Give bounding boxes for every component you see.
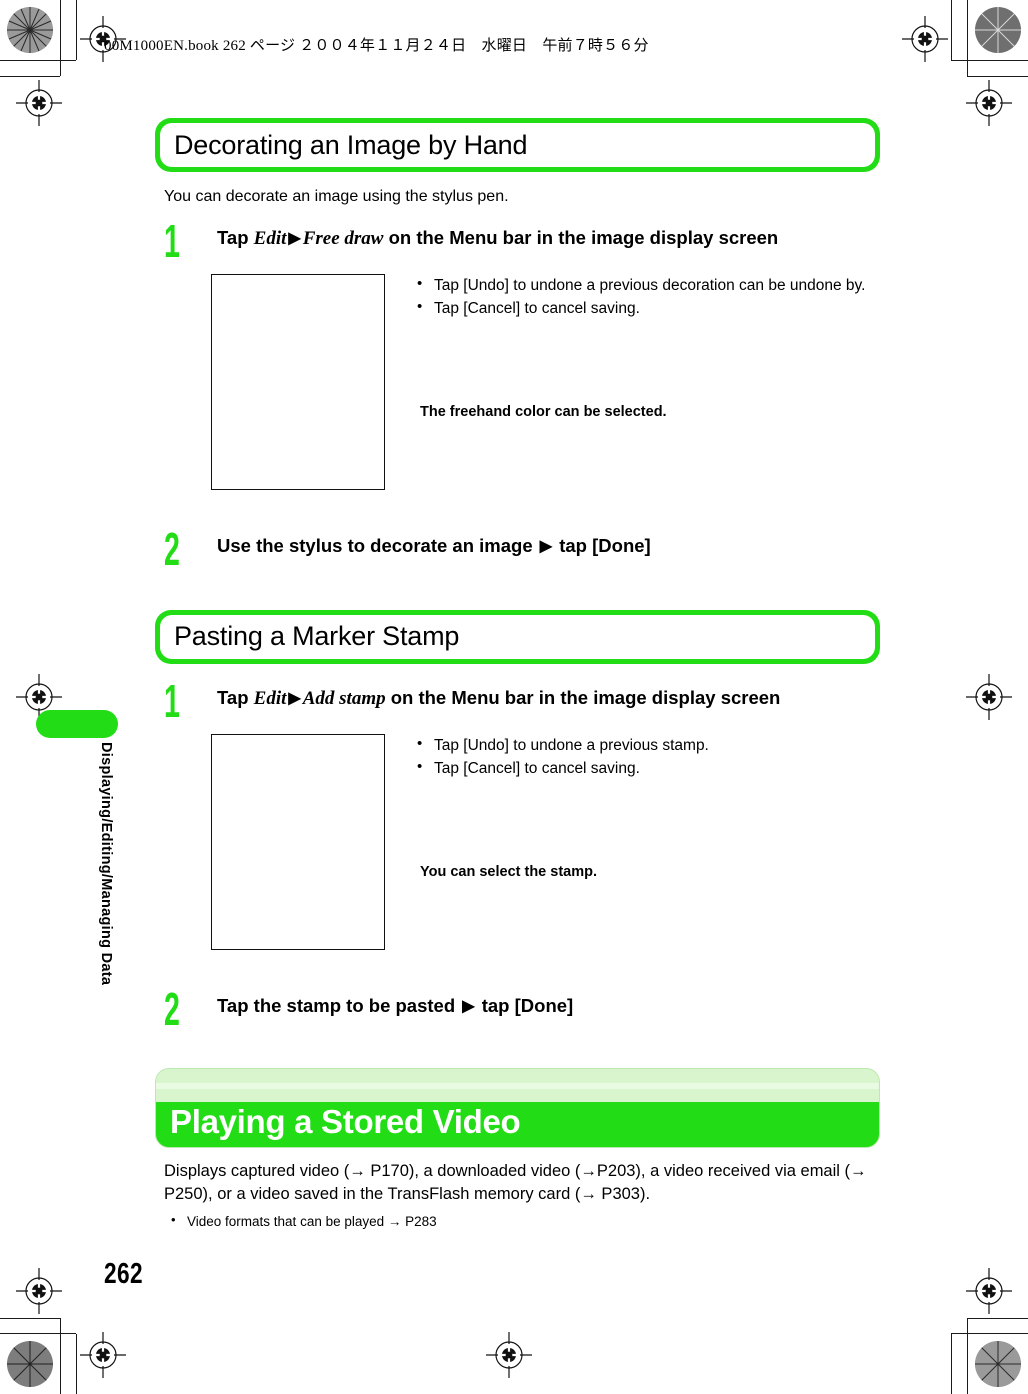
density-starburst bbox=[7, 1341, 53, 1387]
screenshot-placeholder-stamp bbox=[211, 733, 385, 950]
step-instruction: Use the stylus to decorate an image ▶ ta… bbox=[217, 534, 880, 558]
figure-caption: You can select the stamp. bbox=[420, 863, 598, 880]
step-text-suffix: on the Menu bar in the image display scr… bbox=[385, 686, 781, 708]
page-content: Decorating an Image by Hand You can deco… bbox=[155, 0, 880, 1230]
trim-line-vertical bbox=[967, 1318, 968, 1394]
chapter-tab-marker bbox=[36, 710, 118, 738]
menu-item-add-stamp: Add stamp bbox=[302, 687, 386, 709]
registration-mark-icon bbox=[80, 1332, 126, 1378]
step-number: 2 bbox=[164, 522, 180, 575]
chapter-body-bullet: Video formats that can be played → P283 bbox=[169, 1212, 880, 1231]
arrow-icon: ▶ bbox=[539, 537, 553, 555]
section-heading-text: Pasting a Marker Stamp bbox=[174, 621, 460, 652]
step-number: 1 bbox=[164, 214, 180, 267]
figure-caption: The freehand color can be selected. bbox=[420, 403, 667, 420]
density-starburst bbox=[975, 7, 1021, 53]
step-text-prefix: Tap the stamp to be pasted bbox=[217, 994, 461, 1016]
registration-mark-icon bbox=[902, 16, 948, 62]
arrow-icon: ▶ bbox=[288, 229, 301, 247]
trim-line-horizontal bbox=[0, 1333, 76, 1334]
trim-line-vertical bbox=[951, 0, 952, 60]
trim-line-horizontal bbox=[951, 1333, 1028, 1334]
trim-line-vertical bbox=[967, 0, 968, 76]
trim-line-horizontal bbox=[0, 76, 60, 77]
trim-line-vertical bbox=[60, 1318, 61, 1394]
step-number: 1 bbox=[164, 674, 180, 727]
figure-and-notes-row-2: Tap [Undo] to undone a previous stamp. T… bbox=[211, 733, 880, 950]
note-item: Tap [Undo] to undone a previous decorati… bbox=[414, 273, 880, 297]
menu-item-free-draw: Free draw bbox=[302, 227, 384, 249]
chapter-banner-title: Playing a Stored Video bbox=[170, 1102, 521, 1140]
menu-item-edit: Edit bbox=[253, 227, 287, 249]
figure-and-notes-row-1: Tap [Undo] to undone a previous decorati… bbox=[211, 273, 880, 490]
chapter-sidebar-label: Displaying/Editing/Managing Data bbox=[98, 742, 114, 986]
step-text-prefix: Use the stylus to decorate an image bbox=[217, 534, 538, 556]
section-heading-inner: Pasting a Marker Stamp bbox=[160, 614, 875, 659]
step-text-suffix: tap [Done] bbox=[554, 534, 651, 556]
step-1-decorating: 1 Tap Edit ▶ Free draw on the Menu bar in … bbox=[155, 218, 880, 264]
registration-mark-icon bbox=[966, 1268, 1012, 1314]
trim-line-horizontal bbox=[967, 76, 1028, 77]
figure-notes-1: Tap [Undo] to undone a previous decorati… bbox=[414, 273, 880, 488]
trim-line-horizontal bbox=[0, 60, 76, 61]
section-intro-text: You can decorate an image using the styl… bbox=[164, 188, 509, 205]
chapter-body-text: Displays captured video (→ P170), a down… bbox=[164, 1161, 867, 1203]
section-heading-text: Decorating an Image by Hand bbox=[174, 129, 528, 160]
step-2-decorating: 2 Use the stylus to decorate an image ▶ … bbox=[155, 526, 880, 572]
step-instruction: Tap Edit ▶ Add stamp on the Menu bar in th… bbox=[217, 686, 880, 712]
registration-mark-icon bbox=[16, 1268, 62, 1314]
page-number: 262 bbox=[104, 1258, 143, 1290]
screenshot-placeholder-freedraw bbox=[211, 273, 385, 490]
trim-line-horizontal bbox=[967, 1318, 1028, 1319]
step-text-suffix: on the Menu bar in the image display scr… bbox=[383, 226, 779, 248]
step-text-prefix: Tap bbox=[217, 226, 254, 248]
step-text-suffix: tap [Done] bbox=[476, 994, 574, 1016]
trim-line-horizontal bbox=[0, 1318, 60, 1319]
step-instruction: Tap the stamp to be pasted ▶ tap [Done] bbox=[217, 994, 880, 1018]
chapter-banner-playing-stored-video: Playing a Stored Video bbox=[155, 1067, 880, 1148]
density-starburst bbox=[7, 7, 53, 53]
registration-mark-icon bbox=[16, 80, 62, 126]
section-heading-pasting-marker-stamp: Pasting a Marker Stamp bbox=[155, 609, 880, 664]
trim-line-vertical bbox=[60, 0, 61, 76]
note-item: Tap [Cancel] to cancel saving. bbox=[414, 296, 880, 320]
trim-line-vertical bbox=[951, 1334, 952, 1394]
section-heading-inner: Decorating an Image by Hand bbox=[160, 123, 875, 167]
note-item: Tap [Cancel] to cancel saving. bbox=[414, 756, 880, 780]
step-text-prefix: Tap bbox=[217, 686, 254, 708]
arrow-icon: ▶ bbox=[462, 997, 475, 1015]
trim-line-vertical bbox=[76, 1334, 77, 1394]
registration-mark-icon bbox=[966, 80, 1012, 126]
note-item: Tap [Undo] to undone a previous stamp. bbox=[414, 733, 880, 757]
registration-mark-icon bbox=[486, 1332, 532, 1378]
step-2-stamp: 2 Tap the stamp to be pasted ▶ tap [Done… bbox=[155, 986, 880, 1032]
trim-line-vertical bbox=[76, 0, 77, 60]
step-number: 2 bbox=[164, 982, 180, 1035]
figure-notes-2: Tap [Undo] to undone a previous stamp. T… bbox=[414, 733, 880, 948]
section-heading-decorating-image: Decorating an Image by Hand bbox=[155, 118, 880, 172]
trim-line-horizontal bbox=[951, 60, 1028, 61]
registration-mark-icon bbox=[966, 674, 1012, 720]
density-starburst bbox=[975, 1341, 1021, 1387]
menu-item-edit: Edit bbox=[253, 687, 287, 709]
step-instruction: Tap Edit ▶ Free draw on the Menu bar in th… bbox=[217, 226, 880, 252]
arrow-icon: ▶ bbox=[288, 689, 301, 707]
step-1-stamp: 1 Tap Edit ▶ Add stamp on the Menu bar in … bbox=[155, 678, 880, 724]
